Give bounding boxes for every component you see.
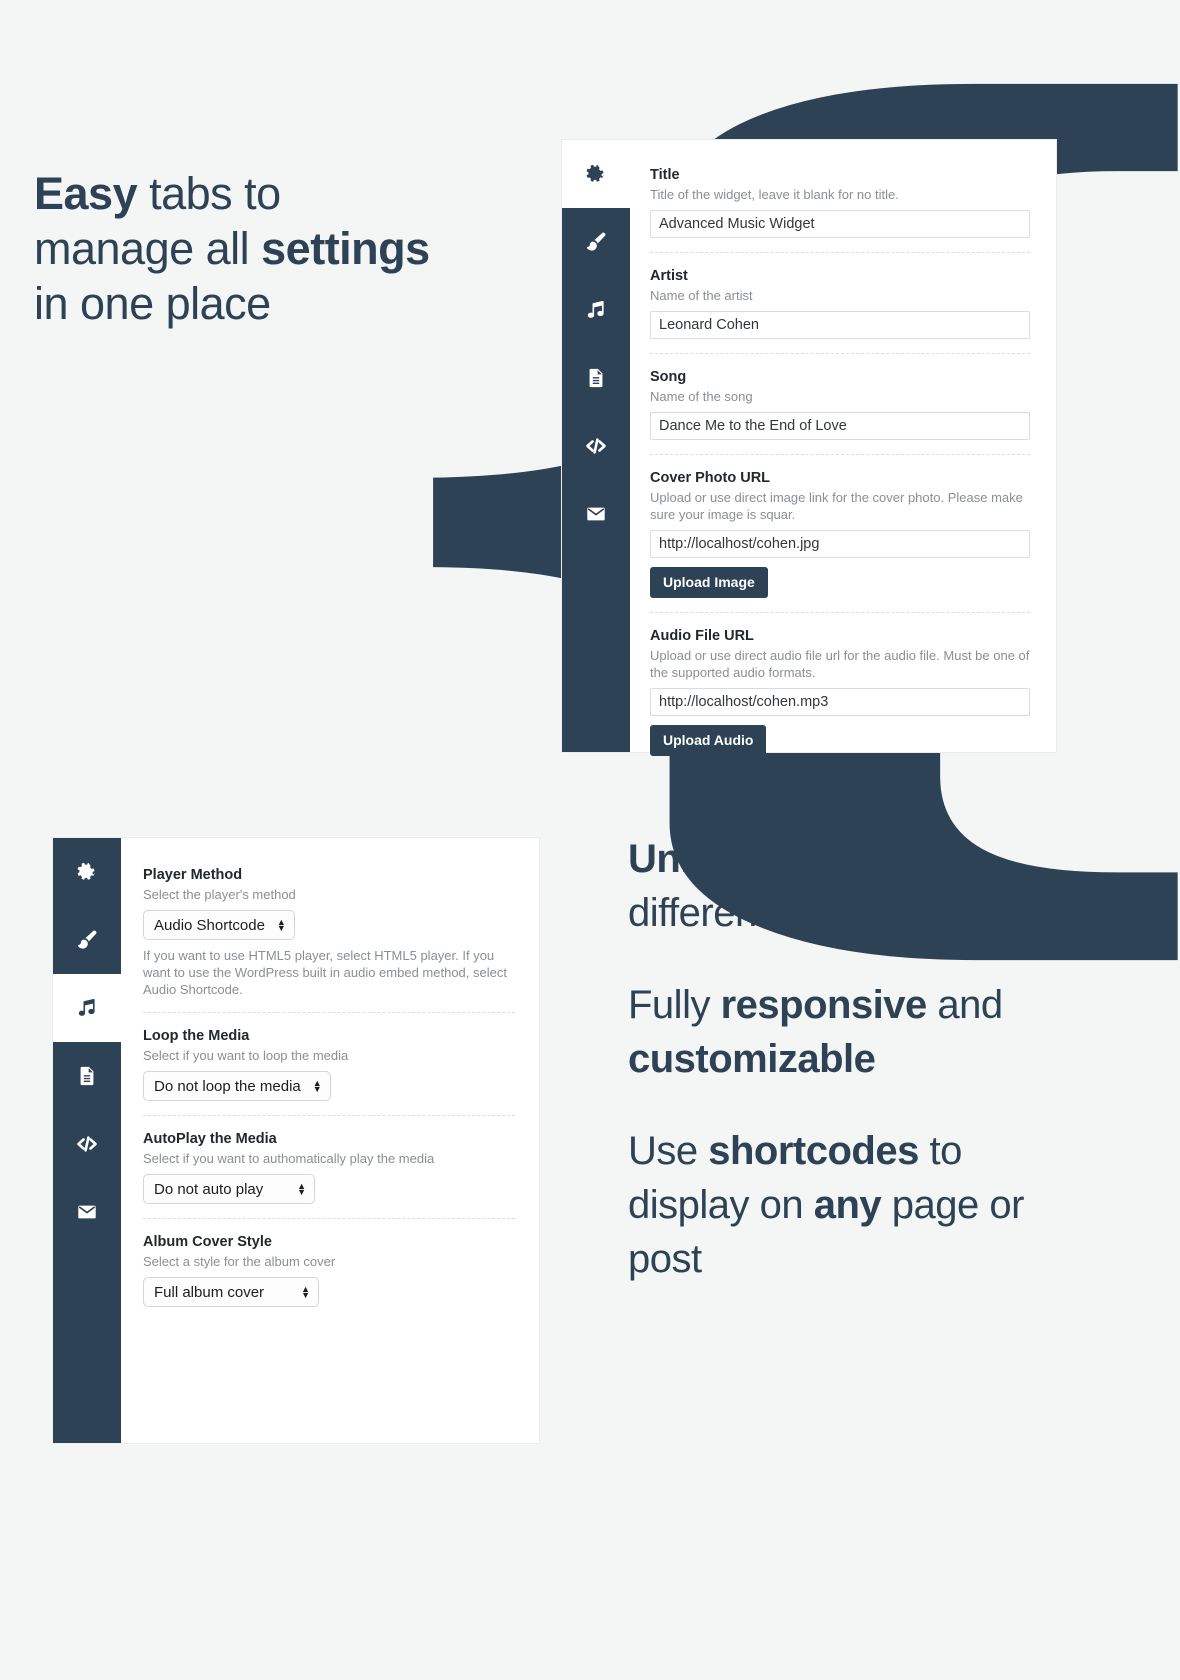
tab-styling[interactable] (53, 906, 121, 974)
field-audio-file-label: Audio File URL (650, 628, 754, 644)
cover-photo-url-input[interactable] (650, 530, 1030, 558)
field-loop-media-label: Loop the Media (143, 1028, 250, 1044)
settings-form: Title Title of the widget, leave it blan… (630, 140, 1056, 756)
headline-easy-tabs: Easy tabs to manage all settings in one … (34, 166, 434, 331)
envelope-icon (585, 503, 607, 525)
envelope-icon (76, 1201, 98, 1223)
field-player-method: Player Method Select the player's method… (143, 866, 515, 1013)
headline-easy-bold-1: Easy (34, 168, 138, 219)
field-audio-file-url: Audio File URL Upload or use direct audi… (650, 627, 1030, 770)
document-icon (76, 1065, 98, 1087)
field-album-cover-style-desc: Select a style for the album cover (143, 1254, 336, 1269)
field-album-cover-style-label: Album Cover Style (143, 1234, 272, 1250)
player-method-select[interactable]: Audio Shortcode ▲ ▼ (143, 910, 295, 940)
player-form: Player Method Select the player's method… (121, 838, 539, 1443)
tab-content[interactable] (53, 1042, 121, 1110)
promo-bold-shortcodes: shortcodes (708, 1129, 919, 1173)
promo-text-fully: Fully (628, 983, 721, 1027)
promo-text-and: and (926, 983, 1003, 1027)
player-panel-tabbar (53, 838, 121, 1443)
settings-panel-tabbar (562, 140, 630, 752)
tab-media[interactable] (562, 276, 630, 344)
chevron-updown-icon: ▲ ▼ (301, 1284, 310, 1300)
autoplay-media-select[interactable]: Do not auto play ▲ ▼ (143, 1174, 315, 1204)
field-artist: Artist Name of the artist (650, 267, 1030, 354)
tab-styling[interactable] (562, 208, 630, 276)
album-cover-style-select[interactable]: Full album cover ▲ ▼ (143, 1277, 319, 1307)
tab-shortcode[interactable] (53, 1110, 121, 1178)
title-input[interactable] (650, 210, 1030, 238)
tab-contact[interactable] (53, 1178, 121, 1246)
gear-icon (585, 163, 607, 185)
field-cover-photo-label: Cover Photo URL (650, 470, 771, 486)
field-artist-desc: Name of the artist (650, 288, 753, 303)
field-cover-photo-url: Cover Photo URL Upload or use direct ima… (650, 469, 1030, 613)
tab-shortcode[interactable] (562, 412, 630, 480)
player-settings-panel: Player Method Select the player's method… (53, 838, 539, 1443)
promo-line-responsive: Fully responsive and customizable (628, 978, 1058, 1086)
upload-image-button[interactable]: Upload Image (650, 567, 768, 598)
field-song-desc: Name of the song (650, 389, 753, 404)
paintbrush-icon (585, 231, 607, 253)
autoplay-media-value: Do not auto play (154, 1180, 264, 1198)
field-autoplay-media: AutoPlay the Media Select if you want to… (143, 1130, 515, 1219)
promo-bold-responsive: responsive (720, 983, 928, 1027)
settings-panel: Title Title of the widget, leave it blan… (562, 140, 1056, 756)
field-autoplay-media-label: AutoPlay the Media (143, 1131, 277, 1147)
chevron-updown-icon: ▲ ▼ (297, 1181, 306, 1197)
field-title: Title Title of the widget, leave it blan… (650, 166, 1030, 253)
artist-input[interactable] (650, 311, 1030, 339)
loop-media-value: Do not loop the media (154, 1077, 301, 1095)
player-method-value: Audio Shortcode (154, 916, 265, 934)
loop-media-select[interactable]: Do not loop the media ▲ ▼ (143, 1071, 331, 1101)
music-note-icon (585, 299, 607, 321)
promo-bold-any: any (813, 1183, 882, 1227)
code-icon (75, 1132, 99, 1156)
field-title-label: Title (650, 167, 680, 183)
field-album-cover-style: Album Cover Style Select a style for the… (143, 1233, 515, 1321)
tab-contact[interactable] (562, 480, 630, 548)
field-loop-media-desc: Select if you want to loop the media (143, 1048, 349, 1063)
album-cover-style-value: Full album cover (154, 1283, 265, 1301)
headline-easy-text-2: in one place (34, 278, 271, 329)
field-player-method-desc: Select the player's method (143, 887, 296, 902)
field-player-method-label: Player Method (143, 867, 243, 883)
field-song-label: Song (650, 369, 687, 385)
upload-audio-button[interactable]: Upload Audio (650, 725, 767, 756)
audio-file-url-input[interactable] (650, 688, 1030, 716)
music-note-icon (76, 997, 98, 1019)
chevron-updown-icon: ▲ ▼ (312, 1078, 322, 1094)
field-loop-media: Loop the Media Select if you want to loo… (143, 1027, 515, 1116)
code-icon (584, 434, 608, 458)
tab-general-settings[interactable] (53, 838, 121, 906)
promo-text-use: Use (628, 1129, 709, 1173)
promo-bold-customizable: customizable (628, 1037, 876, 1081)
tab-content[interactable] (562, 344, 630, 412)
promo-spacer-2 (628, 1086, 1058, 1124)
field-artist-label: Artist (650, 268, 688, 284)
field-song: Song Name of the song (650, 368, 1030, 455)
document-icon (585, 367, 607, 389)
field-player-method-help: If you want to use HTML5 player, select … (143, 948, 507, 997)
promo-line-shortcodes: Use shortcodes to display on any page or… (628, 1124, 1058, 1286)
tab-general-settings[interactable] (562, 140, 630, 208)
paintbrush-icon (76, 929, 98, 951)
song-input[interactable] (650, 412, 1030, 440)
tab-media[interactable] (53, 974, 121, 1042)
gear-icon (76, 861, 98, 883)
chevron-updown-icon: ▲ ▼ (276, 917, 286, 933)
field-cover-photo-desc: Upload or use direct image link for the … (650, 490, 1023, 522)
field-autoplay-media-desc: Select if you want to authomatically pla… (143, 1151, 435, 1166)
field-audio-file-desc: Upload or use direct audio file url for … (650, 648, 1030, 680)
field-title-desc: Title of the widget, leave it blank for … (650, 187, 899, 202)
